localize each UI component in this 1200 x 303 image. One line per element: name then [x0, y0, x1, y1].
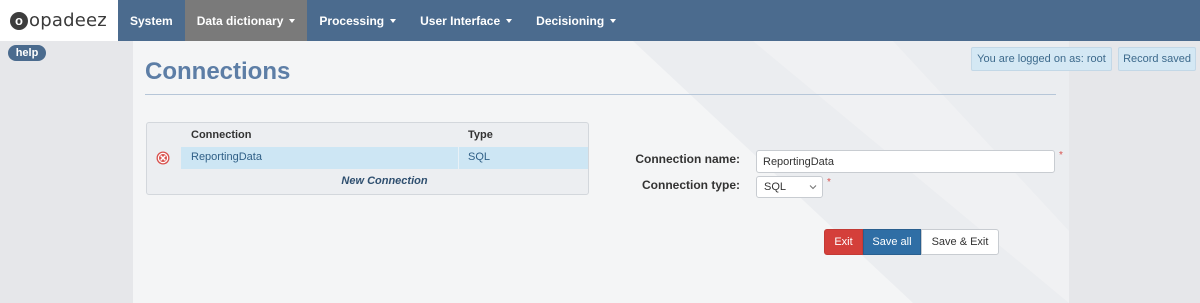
column-divider	[458, 147, 459, 169]
caret-down-icon	[610, 18, 617, 23]
cell-connection-name[interactable]: ReportingData	[191, 151, 262, 163]
logo[interactable]: o opadeez	[0, 0, 118, 41]
required-marker: *	[827, 177, 831, 188]
page-title: Connections	[145, 58, 291, 85]
logo-icon: o	[10, 11, 28, 30]
delete-circle-icon[interactable]	[156, 151, 170, 165]
nav-data-dictionary-label: Data dictionary	[196, 13, 284, 28]
caret-down-icon	[390, 18, 397, 23]
nav-decisioning[interactable]: Decisioning	[524, 0, 628, 41]
cell-connection-type[interactable]: SQL	[468, 151, 490, 163]
connection-name-label: Connection name:	[635, 152, 740, 166]
nav-processing[interactable]: Processing	[307, 0, 408, 41]
save-and-exit-button[interactable]: Save & Exit	[921, 229, 999, 255]
new-connection-link[interactable]: New Connection	[181, 175, 588, 187]
nav-processing-label: Processing	[319, 13, 385, 28]
connection-name-input[interactable]	[756, 150, 1055, 173]
column-header-connection: Connection	[191, 129, 252, 141]
logo-text: opadeez	[29, 10, 107, 31]
connection-type-value: SQL	[764, 181, 787, 193]
help-button[interactable]: help	[8, 45, 46, 61]
connection-type-select[interactable]: SQL	[756, 176, 823, 198]
caret-down-icon	[289, 18, 296, 23]
connection-type-label: Connection type:	[642, 178, 740, 192]
nav-system[interactable]: System	[118, 0, 185, 41]
exit-button[interactable]: Exit	[824, 229, 863, 255]
save-all-button[interactable]: Save all	[863, 229, 921, 255]
required-marker: *	[1059, 150, 1063, 161]
logged-in-status: You are logged on as: root	[971, 47, 1112, 71]
nav-system-label: System	[130, 13, 173, 28]
nav-user-interface[interactable]: User Interface	[408, 0, 524, 41]
title-divider	[145, 94, 1056, 95]
nav-data-dictionary[interactable]: Data dictionary	[184, 0, 308, 41]
nav-decisioning-label: Decisioning	[536, 13, 605, 28]
connections-table: Connection Type ReportingData SQL New Co…	[146, 122, 589, 195]
record-saved-status: Record saved	[1118, 47, 1196, 71]
nav-user-interface-label: User Interface	[420, 13, 501, 28]
top-navbar: o opadeez System Data dictionary Process…	[0, 0, 1200, 41]
chevron-down-icon	[809, 185, 817, 190]
caret-down-icon	[506, 18, 513, 23]
column-header-type: Type	[468, 129, 493, 141]
